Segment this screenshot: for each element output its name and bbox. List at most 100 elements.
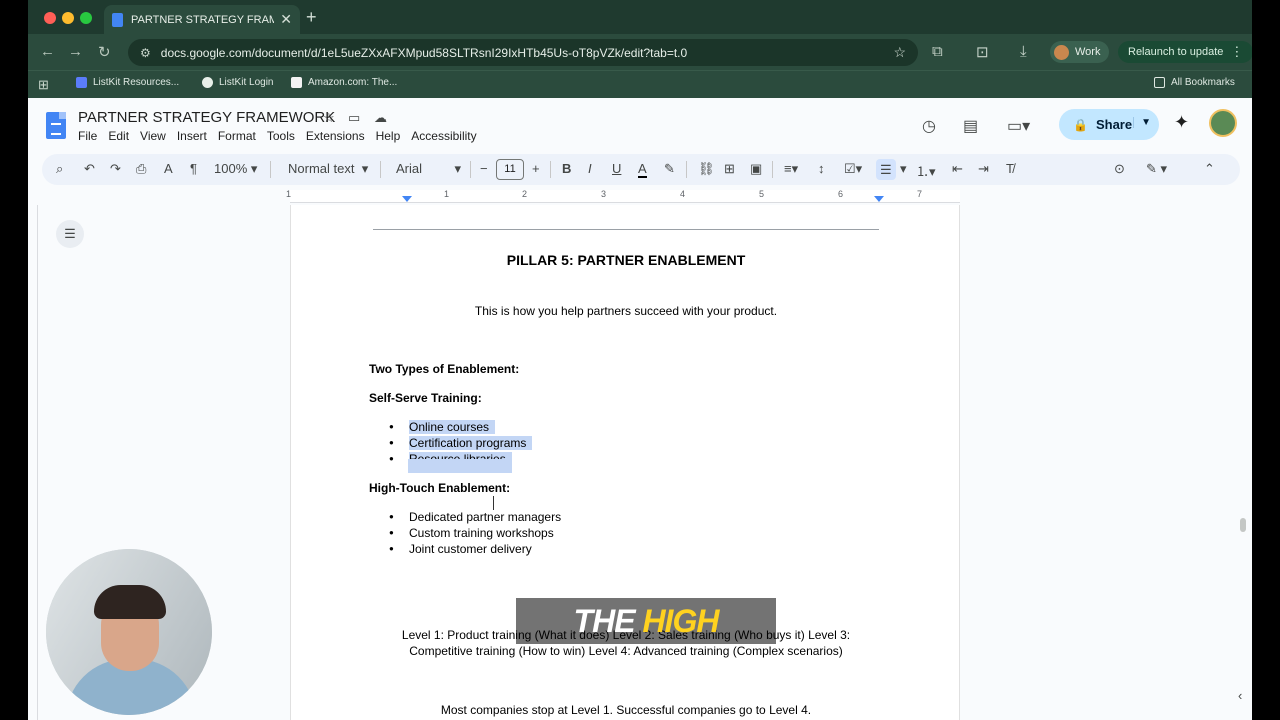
horizontal-ruler: 1 1 2 3 4 5 6 7	[28, 188, 1252, 205]
menu-edit[interactable]: Edit	[108, 129, 129, 143]
forward-arrow-icon[interactable]: →	[68, 43, 83, 60]
checklist-icon[interactable]: ☑▾	[844, 161, 862, 177]
increase-indent-icon[interactable]: ⇥	[978, 161, 989, 177]
decrease-font-size-icon[interactable]: −	[480, 161, 488, 176]
bold-icon[interactable]: B	[562, 161, 571, 176]
underline-icon[interactable]: U	[612, 161, 621, 176]
ruler-number: 3	[601, 189, 607, 199]
align-left-icon[interactable]: ≡▾	[784, 161, 798, 177]
list-item: Joint customer delivery	[389, 541, 561, 557]
relaunch-button[interactable]: Relaunch to update ⋮	[1118, 41, 1252, 63]
comments-icon[interactable]: ▤	[963, 116, 978, 136]
menu-tools[interactable]: Tools	[267, 129, 295, 143]
docs-favicon-icon	[112, 12, 123, 27]
menu-extensions[interactable]: Extensions	[306, 129, 365, 143]
font-size-input[interactable]: 11	[496, 159, 524, 180]
minimize-window-button[interactable]	[62, 12, 74, 24]
site-info-icon[interactable]: ⚙	[140, 46, 151, 60]
paragraph-style-select[interactable]: Normal text ▾	[288, 161, 368, 177]
paint-format-icon[interactable]: ¶	[190, 161, 197, 176]
left-indent-marker[interactable]	[402, 196, 412, 202]
bulleted-list-icon[interactable]: ☰	[876, 159, 896, 180]
caption-word: TOUCH	[591, 649, 701, 685]
font-family-select[interactable]: Arial ▾	[396, 161, 461, 177]
all-bookmarks-button[interactable]: All Bookmarks	[1154, 77, 1235, 88]
bookmarks-bar: ⊞ ListKit Resources... ListKit Login Ama…	[28, 70, 1252, 98]
search-menus-icon[interactable]: ⌕	[56, 161, 63, 177]
scrollbar-thumb[interactable]	[1240, 518, 1246, 532]
menu-file[interactable]: File	[78, 129, 97, 143]
numbered-list-icon[interactable]: ⒈▾	[916, 161, 936, 180]
spellcheck-icon[interactable]: A	[164, 161, 173, 176]
bookmark-amazon[interactable]: Amazon.com: The...	[291, 77, 397, 88]
bookmark-listkit-login[interactable]: ListKit Login	[202, 77, 273, 88]
webcam-overlay	[46, 549, 212, 715]
menu-format[interactable]: Format	[218, 129, 256, 143]
increase-font-size-icon[interactable]: +	[532, 161, 540, 176]
right-indent-marker[interactable]	[874, 196, 884, 202]
text-color-icon[interactable]: A	[638, 161, 647, 178]
relaunch-label: Relaunch to update	[1128, 46, 1224, 58]
apps-grid-icon[interactable]: ⊞	[38, 77, 49, 93]
ai-assist-icon[interactable]: ⊙	[1114, 161, 1125, 177]
meet-video-icon[interactable]: ▭▾	[1007, 116, 1030, 136]
back-arrow-icon[interactable]: ←	[40, 43, 55, 60]
side-panel-toggle-icon[interactable]: ‹	[1238, 688, 1242, 703]
docs-logo-icon[interactable]	[46, 112, 66, 139]
menu-insert[interactable]: Insert	[177, 129, 207, 143]
extensions-icon[interactable]: ⧉	[932, 43, 943, 60]
list-item: Certification programs	[389, 435, 533, 451]
gemini-spark-icon[interactable]: ✦	[1174, 112, 1189, 133]
bookmark-star-icon[interactable]: ☆	[893, 44, 906, 61]
highlight-color-icon[interactable]: ✎	[664, 161, 675, 177]
menu-accessibility[interactable]: Accessibility	[411, 129, 476, 143]
ruler-number: 5	[759, 189, 765, 199]
document-title[interactable]: PARTNER STRATEGY FRAMEWORK	[78, 109, 335, 126]
toolbar-divider	[550, 161, 551, 178]
close-window-button[interactable]	[44, 12, 56, 24]
italic-icon[interactable]: I	[588, 161, 592, 176]
avatar[interactable]	[1209, 109, 1237, 137]
tab-bar: PARTNER STRATEGY FRAMEWORK ✕ +	[28, 0, 1252, 34]
new-tab-button[interactable]: +	[306, 7, 317, 28]
decrease-indent-icon[interactable]: ⇤	[952, 161, 963, 177]
intro-paragraph: This is how you help partners succeed wi…	[474, 304, 778, 318]
more-menu-icon[interactable]: ⋮	[1230, 44, 1243, 60]
document-outline-icon[interactable]: ☰	[56, 220, 84, 248]
editing-mode-icon[interactable]: ✎ ▾	[1146, 161, 1167, 177]
tab-search-icon[interactable]: ⊡	[976, 43, 989, 61]
star-icon[interactable]: ☆	[323, 110, 335, 126]
menu-help[interactable]: Help	[376, 129, 401, 143]
horizontal-rule	[373, 229, 879, 230]
clear-formatting-icon[interactable]: T̸	[1006, 161, 1014, 176]
address-bar[interactable]: ⚙ docs.google.com/document/d/1eL5ueZXxAF…	[128, 39, 918, 66]
print-icon[interactable]: ⎙	[136, 161, 146, 177]
zoom-select[interactable]: 100% ▾	[214, 161, 257, 177]
browser-tab[interactable]: PARTNER STRATEGY FRAMEWORK ✕	[104, 5, 300, 34]
section-heading: PILLAR 5: PARTNER ENABLEMENT	[506, 252, 746, 268]
menu-view[interactable]: View	[140, 129, 166, 143]
redo-icon[interactable]: ↷	[110, 161, 121, 177]
maximize-window-button[interactable]	[80, 12, 92, 24]
bulleted-list-dropdown-icon[interactable]: ▾	[900, 161, 907, 177]
share-button[interactable]: 🔒 Share ▼	[1059, 109, 1159, 140]
line-spacing-icon[interactable]: ↕	[818, 161, 825, 176]
insert-link-icon[interactable]: ⛓	[698, 161, 715, 177]
download-icon[interactable]: ⤓	[1020, 43, 1027, 60]
ruler-number: 6	[838, 189, 844, 199]
bookmark-listkit-resources[interactable]: ListKit Resources...	[76, 77, 179, 88]
closing-paragraph: Most companies stop at Level 1. Successf…	[440, 703, 812, 717]
collapse-toolbar-icon[interactable]: ⌃	[1204, 161, 1215, 177]
close-tab-icon[interactable]: ✕	[280, 11, 292, 28]
version-history-icon[interactable]: ◷	[922, 116, 936, 136]
undo-icon[interactable]: ↶	[84, 161, 95, 177]
menu-bar: File Edit View Insert Format Tools Exten…	[78, 129, 488, 143]
reload-icon[interactable]: ↻	[98, 43, 111, 61]
insert-image-icon[interactable]: ▣	[750, 161, 762, 177]
add-comment-icon[interactable]: ⊞	[724, 161, 735, 177]
tab-title: PARTNER STRATEGY FRAMEWORK	[131, 13, 275, 26]
move-folder-icon[interactable]: ▭	[348, 110, 360, 126]
profile-button[interactable]: Work	[1050, 41, 1110, 63]
toolbar-divider	[470, 161, 471, 178]
share-dropdown-icon[interactable]: ▼	[1133, 117, 1151, 128]
